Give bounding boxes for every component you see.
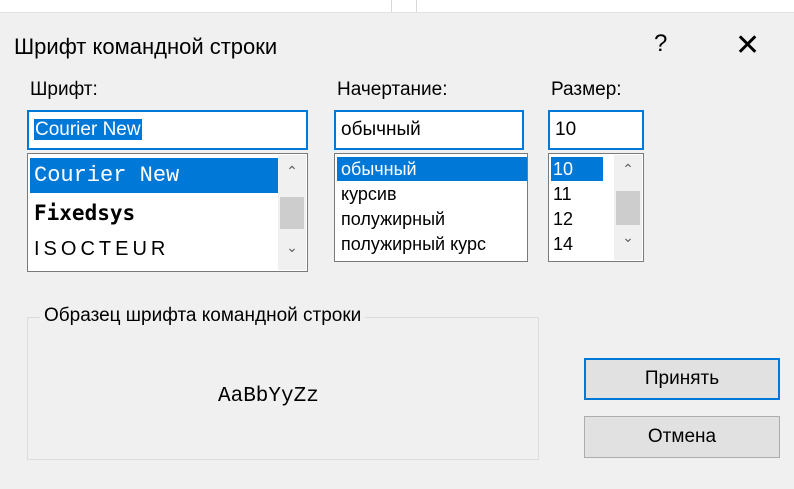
dialog-title: Шрифт командной строки — [14, 34, 278, 59]
size-list-scrollbar[interactable]: ⌃ ⌄ — [614, 155, 642, 260]
scroll-up-icon[interactable]: ⌃ — [614, 161, 642, 178]
style-label: Начертание: — [337, 79, 448, 100]
help-button[interactable]: ? — [654, 30, 667, 58]
style-input[interactable]: обычный — [334, 110, 524, 150]
size-list-item[interactable]: 11 — [551, 182, 572, 206]
divider — [416, 0, 417, 12]
divider — [391, 0, 392, 12]
font-list-item-fixedsys[interactable]: Fixedsys — [30, 197, 135, 229]
font-list-scrollbar[interactable]: ⌃ ⌄ — [278, 155, 306, 270]
size-input[interactable]: 10 — [548, 110, 644, 150]
font-list[interactable]: Courier New Fixedsys ISOCTEUR ⌃ ⌄ — [27, 153, 308, 272]
cancel-button[interactable]: Отмена — [584, 416, 780, 458]
font-sample-text: AaBbYyZz — [218, 385, 319, 408]
size-list[interactable]: 10 11 12 14 ⌃ ⌄ — [548, 153, 644, 262]
accept-button[interactable]: Принять — [584, 358, 780, 400]
sample-group-legend: Образец шрифта командной строки — [40, 305, 366, 327]
font-list-item-isocteur[interactable]: ISOCTEUR — [30, 233, 169, 265]
scroll-down-icon[interactable]: ⌄ — [614, 229, 642, 246]
font-list-item-courier-new[interactable]: Courier New — [30, 158, 279, 193]
style-list[interactable]: обычный курсив полужирный полужирный кур… — [334, 153, 528, 262]
size-label: Размер: — [551, 79, 622, 100]
font-name-input[interactable]: Courier New — [27, 110, 308, 150]
size-list-item[interactable]: 10 — [551, 157, 603, 181]
scroll-down-icon[interactable]: ⌄ — [278, 239, 306, 256]
style-list-item[interactable]: полужирный курс — [337, 232, 486, 256]
background-window-strip — [0, 0, 794, 13]
style-list-item[interactable]: курсив — [337, 182, 397, 206]
scrollbar-thumb[interactable] — [280, 197, 304, 229]
font-name-input-value: Courier New — [34, 119, 142, 140]
size-list-item[interactable]: 12 — [551, 207, 573, 231]
scrollbar-thumb[interactable] — [616, 191, 640, 225]
size-list-item[interactable]: 14 — [551, 232, 573, 256]
close-icon[interactable]: ✕ — [735, 28, 760, 63]
style-list-item[interactable]: полужирный — [337, 207, 445, 231]
scroll-up-icon[interactable]: ⌃ — [278, 163, 306, 180]
style-list-item[interactable]: обычный — [337, 157, 527, 181]
font-label: Шрифт: — [30, 79, 98, 100]
